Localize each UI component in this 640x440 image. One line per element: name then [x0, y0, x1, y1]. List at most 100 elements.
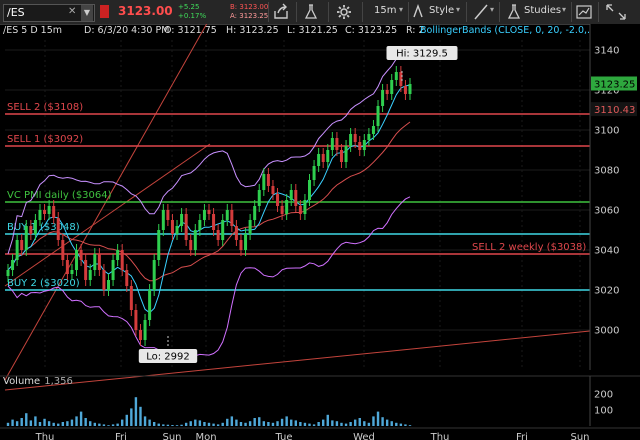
price-chart[interactable]: SELL 2 ($3108) SELL 1 ($3092) VC PMI daily…	[0, 24, 640, 440]
interval-selector[interactable]: 15m	[374, 5, 396, 16]
drawing-dropdown-icon[interactable]: ▾	[490, 5, 494, 14]
candle-body	[257, 190, 261, 206]
interval-dropdown-icon[interactable]: ▾	[399, 5, 403, 14]
volume-bar	[121, 419, 124, 426]
candle-body	[212, 214, 216, 230]
chart-type-icon[interactable]	[574, 2, 594, 22]
volume-bar	[15, 421, 19, 426]
candle-body	[84, 260, 88, 280]
level-label: SELL 2 ($3108)	[7, 102, 83, 113]
gear-icon[interactable]	[335, 2, 353, 22]
volume-bar	[267, 422, 270, 426]
time-tick-label: Fri	[516, 432, 528, 440]
volume-pane: 100200	[0, 375, 640, 426]
volume-bar	[226, 418, 229, 426]
price-tick-label: 3060	[594, 206, 619, 217]
volume-bar	[408, 425, 412, 426]
candle-body	[111, 260, 115, 280]
candle-body	[344, 146, 348, 162]
share-icon[interactable]	[272, 2, 290, 22]
volume-bar	[285, 416, 288, 426]
style-dropdown-icon[interactable]: ▾	[456, 5, 460, 14]
volume-bar	[280, 418, 284, 426]
candle-body	[253, 206, 257, 220]
expand-icon[interactable]	[604, 2, 628, 22]
candle-body	[339, 150, 343, 162]
price-axis[interactable]: 300030203040306030803100312031403123.253…	[589, 24, 640, 440]
studies-menu[interactable]: Studies	[524, 5, 561, 16]
candle-body	[134, 310, 138, 330]
studies-flask-icon[interactable]	[505, 2, 523, 22]
candle-body	[157, 230, 161, 260]
studies-dropdown-icon[interactable]: ▾	[562, 5, 566, 14]
volume-bar	[390, 421, 393, 426]
volume-bar	[230, 416, 234, 426]
grid-lines	[5, 40, 590, 370]
volume-bar	[290, 419, 293, 426]
volume-bar	[34, 416, 37, 426]
clear-symbol-icon[interactable]: ✕	[68, 6, 76, 17]
candle-body	[244, 234, 248, 250]
candle-body	[225, 210, 229, 220]
candle-body	[362, 140, 366, 150]
candle-body	[175, 226, 179, 234]
candle-body	[294, 190, 298, 206]
candle-body	[166, 210, 170, 220]
style-menu[interactable]: Style	[429, 5, 454, 16]
volume-bar	[317, 422, 320, 426]
candle-body	[193, 230, 197, 250]
candle-body	[15, 240, 19, 260]
volume-bar	[244, 422, 247, 426]
candle-body	[138, 330, 142, 340]
volume-bar	[148, 419, 151, 426]
candle-body	[248, 220, 252, 234]
drawing-line-icon[interactable]	[472, 2, 490, 22]
candle-body	[381, 90, 385, 106]
volume-bar	[235, 419, 238, 426]
candle-body	[129, 286, 133, 310]
candle-body	[317, 154, 321, 166]
volume-bar	[308, 423, 311, 426]
volume-bar	[11, 419, 14, 426]
candle-body	[321, 154, 325, 162]
time-tick-label: Mon	[195, 432, 216, 440]
style-icon[interactable]	[410, 2, 426, 22]
volume-bar	[258, 417, 261, 426]
volume-bar	[38, 422, 42, 426]
volume-bar	[331, 420, 334, 426]
volume-bar	[84, 418, 87, 426]
toolbar-separator	[571, 2, 572, 22]
flask-icon[interactable]	[302, 2, 320, 22]
candle-body	[371, 126, 375, 134]
volume-bar	[303, 422, 307, 426]
candle-body	[120, 250, 124, 270]
change-points: +5.25	[178, 3, 200, 11]
price-tick-label: 3020	[594, 286, 619, 297]
symbol-dropdown-icon[interactable]: ▼	[81, 5, 93, 21]
time-axis[interactable]: Thu Fri Sun Mon Tue Wed Thu Fri Sun	[0, 427, 640, 440]
candle-body	[353, 134, 357, 142]
candle-body	[52, 206, 56, 218]
candle-body	[394, 72, 398, 80]
toolbar-separator	[362, 2, 363, 22]
candle-body	[38, 210, 42, 220]
bid-price: B: 3123.00	[230, 3, 269, 11]
volume-bar	[157, 423, 160, 426]
candle-body	[335, 138, 339, 150]
candle-body	[358, 142, 362, 150]
low-annotation: Lo: 2992	[146, 352, 190, 363]
candle-body	[180, 214, 184, 226]
volume-bar	[340, 422, 343, 426]
volume-bar	[399, 423, 403, 426]
price-indicator-icon	[100, 5, 109, 18]
candle-body	[262, 174, 266, 190]
volume-bar	[166, 424, 170, 426]
toolbar-separator	[408, 2, 409, 22]
volume-bar	[207, 422, 211, 426]
candle-body	[65, 260, 69, 274]
price-tick-label: 3100	[594, 126, 619, 137]
volume-bar	[25, 413, 28, 426]
volume-bar	[189, 421, 192, 426]
symbol-input[interactable]: /ES ✕ ▼	[3, 4, 95, 22]
price-tick-label: 3040	[594, 246, 619, 257]
